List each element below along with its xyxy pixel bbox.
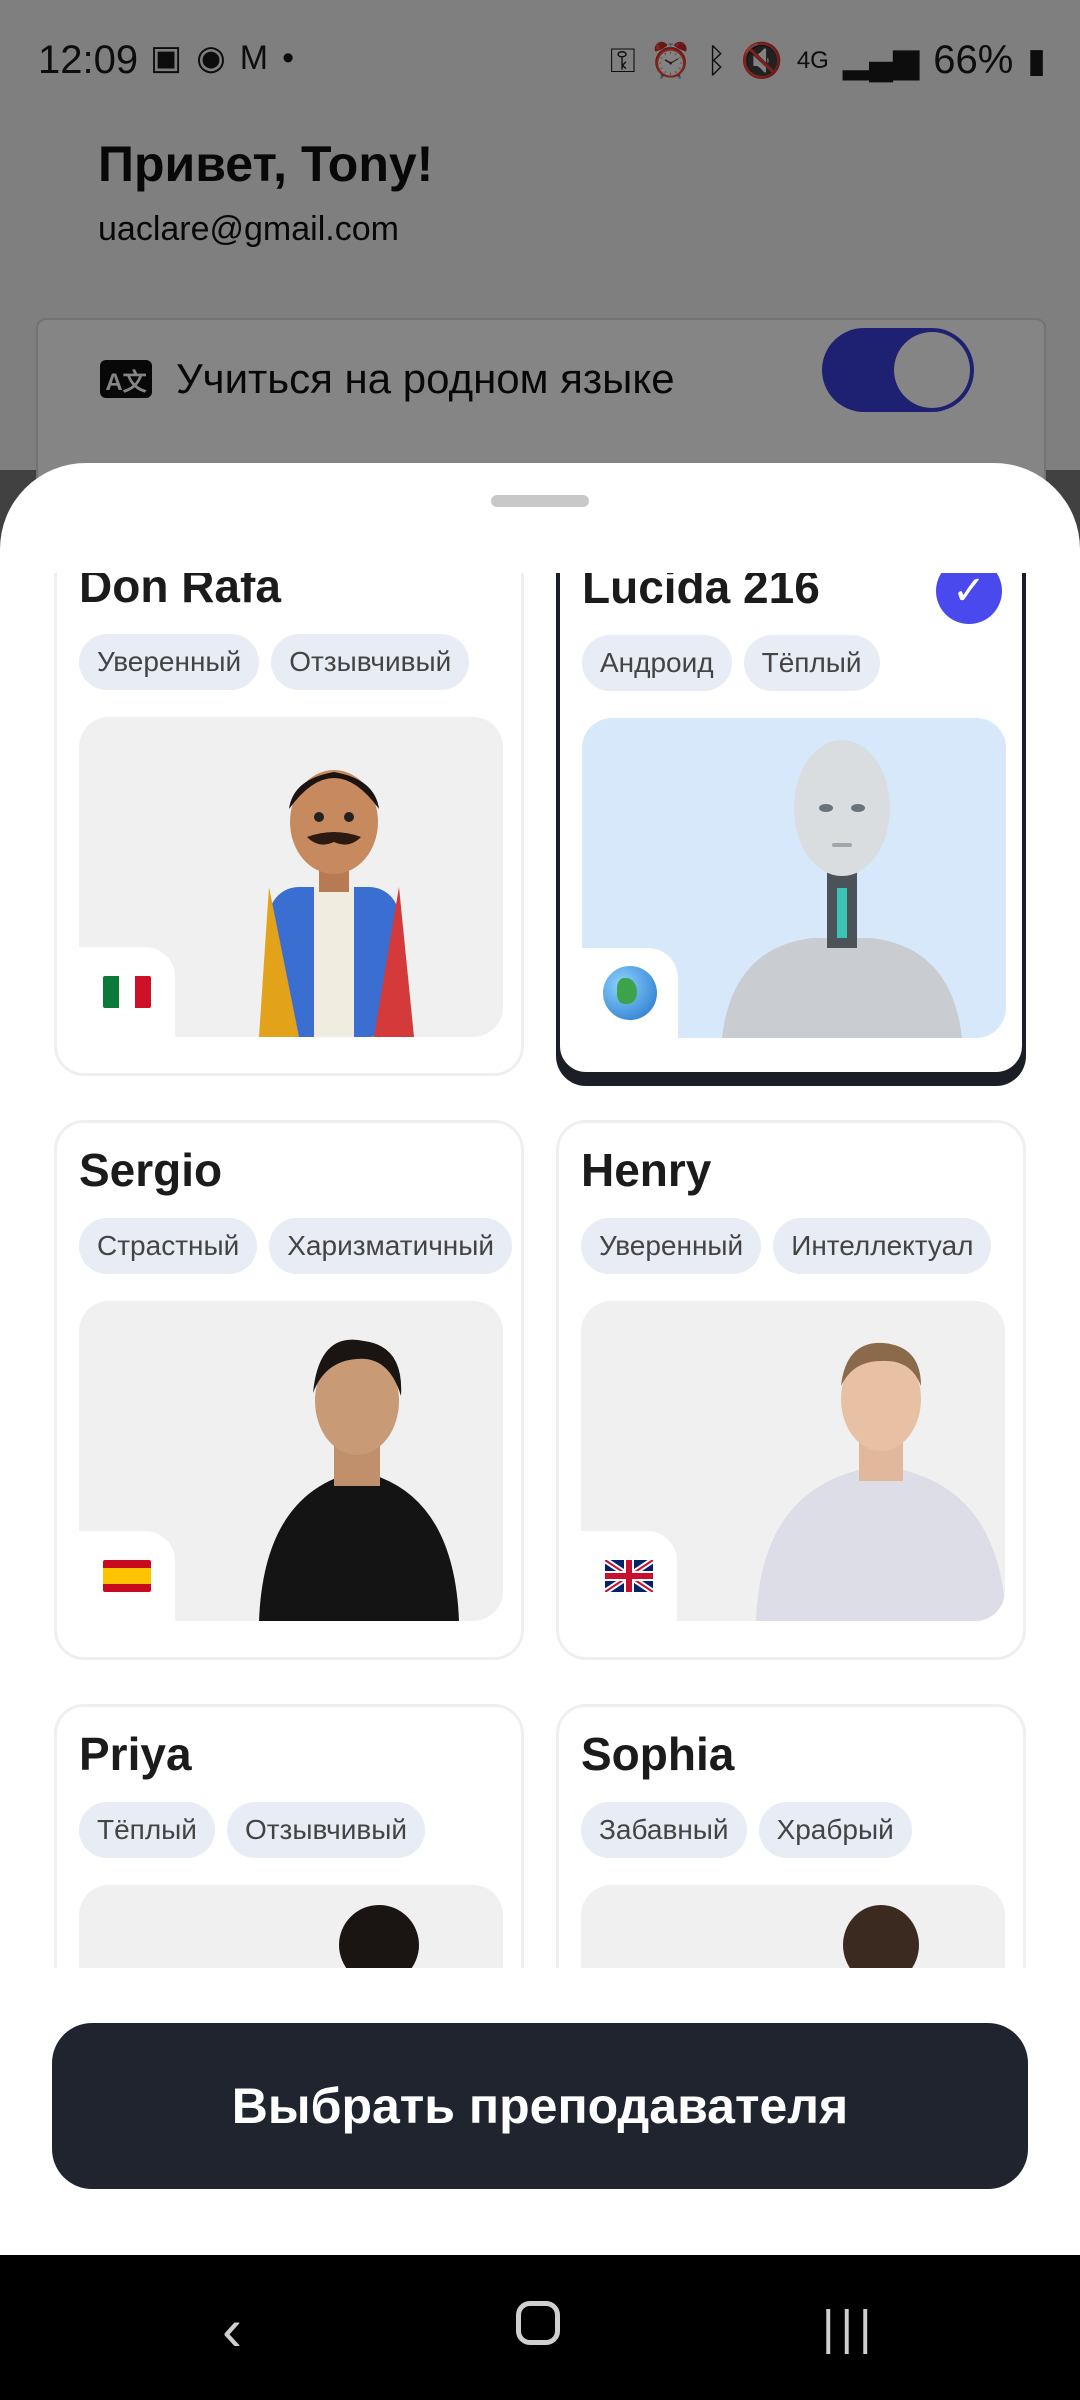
uk-flag — [605, 1560, 653, 1592]
tutor-name: Sergio — [79, 1144, 223, 1196]
sophia-photo — [843, 1905, 919, 1968]
tutor-card-sergio[interactable]: Sergio Страстный Харизматичный — [54, 1120, 524, 1660]
language-flag — [581, 1531, 677, 1621]
tutor-tags: Уверенный Отзывчивый — [79, 634, 470, 690]
tutor-tag: Тёплый — [79, 1802, 215, 1858]
selected-check-icon: ✓ — [936, 573, 1002, 624]
choose-tutor-button[interactable]: Выбрать преподавателя — [52, 2023, 1028, 2189]
tutor-name: Henry — [581, 1144, 712, 1196]
tutor-portrait — [79, 1301, 503, 1621]
tutor-name: Lucida 216 — [582, 573, 820, 613]
language-flag — [79, 1531, 175, 1621]
tutor-tag: Уверенный — [79, 634, 260, 690]
tutor-card-don-rafa[interactable]: Don Rafa Уверенный Отзывчивый — [54, 573, 524, 1076]
tutor-tags: Страстный Харизматичный — [79, 1218, 513, 1274]
tutor-tag: Уверенный — [581, 1218, 762, 1274]
tutor-tag: Тёплый — [743, 635, 880, 691]
tutor-portrait — [582, 718, 1006, 1038]
home-icon[interactable] — [516, 2301, 560, 2345]
tutor-tag: Страстный — [79, 1218, 258, 1274]
tutor-portrait — [79, 717, 503, 1037]
tutor-name: Sophia — [581, 1728, 735, 1780]
tutor-card-lucida-216[interactable]: Lucida 216 ✓ Андроид Тёплый — [556, 573, 1026, 1076]
tutor-tag: Андроид — [582, 635, 732, 691]
tutor-tags: Тёплый Отзывчивый — [79, 1802, 426, 1858]
tutor-portrait — [581, 1885, 1005, 1968]
tutor-portrait — [79, 1885, 503, 1968]
tutor-name: Priya — [79, 1728, 192, 1780]
tutor-card-priya[interactable]: Priya Тёплый Отзывчивый — [54, 1704, 524, 1968]
tutor-card-henry[interactable]: Henry Уверенный Интеллектуал — [556, 1120, 1026, 1660]
tutor-tags: Уверенный Интеллектуал — [581, 1218, 992, 1274]
back-icon[interactable]: ‹ — [222, 2295, 242, 2364]
tutor-portrait — [581, 1301, 1005, 1621]
tutor-tag: Харизматичный — [269, 1218, 513, 1274]
tutor-tags: Забавный Храбрый — [581, 1802, 912, 1858]
mexico-flag — [103, 976, 151, 1008]
globe-icon — [603, 966, 657, 1020]
system-nav-bar: ‹ ||| — [0, 2255, 1080, 2400]
language-flag — [79, 947, 175, 1037]
tutor-picker-sheet: Don Rafa Уверенный Отзывчивый Lucida 216… — [0, 463, 1080, 2255]
language-flag — [582, 948, 678, 1038]
recent-apps-icon[interactable]: ||| — [822, 2301, 877, 2356]
drag-handle[interactable] — [491, 495, 589, 507]
tutor-grid[interactable]: Don Rafa Уверенный Отзывчивый Lucida 216… — [0, 573, 1080, 1968]
tutor-tag: Отзывчивый — [271, 634, 470, 690]
tutor-tag: Отзывчивый — [226, 1802, 426, 1858]
tutor-tag: Интеллектуал — [773, 1218, 992, 1274]
tutor-tags: Андроид Тёплый — [582, 635, 880, 691]
tutor-tag: Храбрый — [758, 1802, 912, 1858]
spain-flag — [103, 1560, 151, 1592]
tutor-tag: Забавный — [581, 1802, 747, 1858]
tutor-name: Don Rafa — [79, 573, 281, 612]
tutor-card-sophia[interactable]: Sophia Забавный Храбрый — [556, 1704, 1026, 1968]
priya-photo — [339, 1905, 419, 1968]
